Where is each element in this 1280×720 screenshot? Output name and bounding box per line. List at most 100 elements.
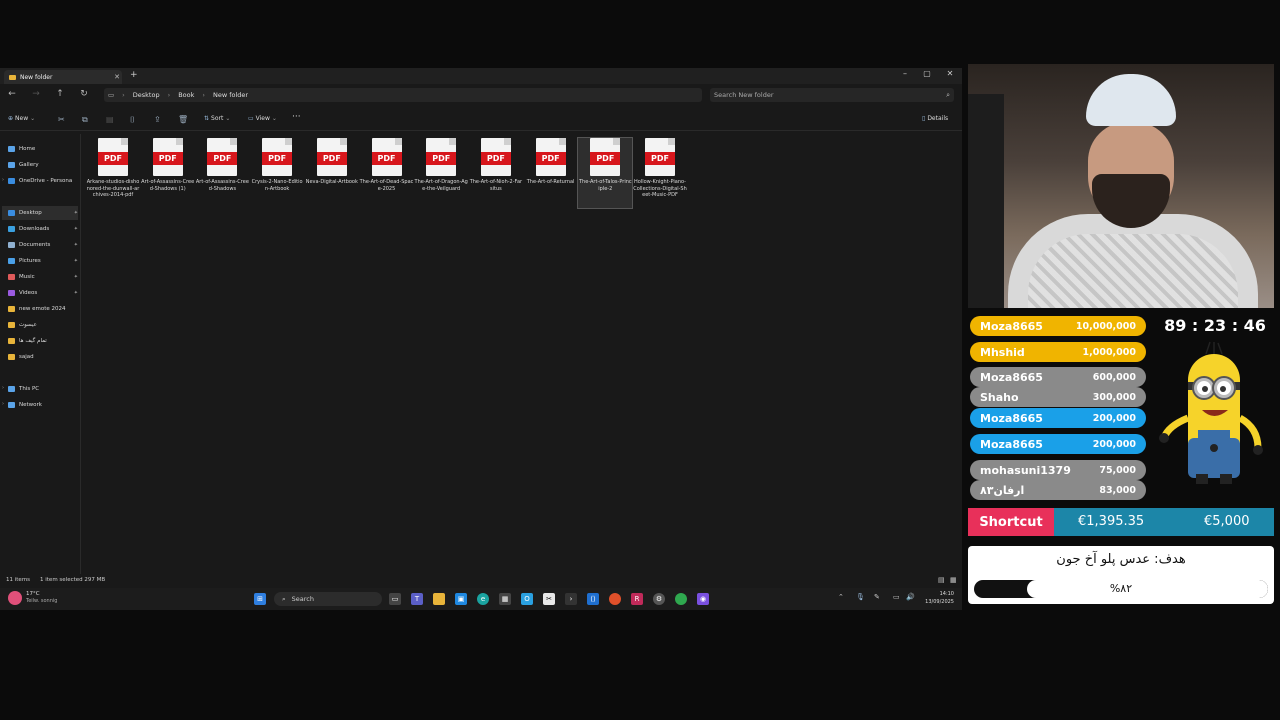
sidebar-item[interactable]: Music ✦ [8,270,78,284]
sidebar-item[interactable]: Desktop ✦ [2,206,78,220]
terminal-icon[interactable]: › [565,593,577,605]
copy-icon[interactable]: ⧉ [82,115,88,125]
large-icons-view-icon[interactable]: ▦ [950,576,957,584]
cut-icon[interactable]: ✂ [58,115,65,124]
expand-chevron-icon[interactable]: › [2,385,4,391]
discord-icon[interactable]: ◉ [697,593,709,605]
delete-icon[interactable]: 🗑 [178,115,188,124]
close-tab-icon[interactable]: ✕ [112,73,122,81]
file-item[interactable]: PDF The-Art-of-Dead-Space-2025 [360,138,414,208]
sidebar-item-label: Downloads [19,226,50,232]
settings-icon[interactable]: ⚙ [653,593,665,605]
file-item[interactable]: PDF The-Art-of-Dragon-Age-the-Veilguard [414,138,468,208]
goal-target-amount: €5,000 [1204,514,1250,529]
firefox-icon[interactable] [609,593,621,605]
tab-new-folder[interactable]: New folder ✕ [4,70,122,84]
file-item[interactable]: PDF Hollow-Knight-Piano-Collections-Digit… [633,138,687,208]
file-name: Art-of-Assassins-Creed-Shadows (1) [141,179,195,192]
teams-icon[interactable]: T [411,593,423,605]
vscode-icon[interactable]: ⟨⟩ [587,593,599,605]
file-item[interactable]: PDF Arkane-studios-dishonored-the-dunwall… [86,138,140,208]
navigation-pane: Home Gallery OneDrive - Persona Desktop ✦ Dow… [0,134,81,574]
chevron-up-icon[interactable]: ⌃ [838,593,844,601]
more-options-icon[interactable]: ··· [292,112,301,122]
sidebar-item[interactable]: sajad [8,350,78,364]
close-window-icon[interactable]: ✕ [943,69,957,78]
sidebar-item[interactable]: Pictures ✦ [8,254,78,268]
forward-icon[interactable]: → [30,89,42,99]
file-item[interactable]: PDF Crysis-2-Nano-Edition-Artbook [250,138,304,208]
expand-chevron-icon[interactable]: › [2,401,4,407]
file-item[interactable]: PDF Art-of-Assassins-Creed-Shadows [195,138,249,208]
minimize-icon[interactable]: – [898,69,912,78]
breadcrumb-book[interactable]: Book [178,91,194,99]
maximize-icon[interactable]: ▢ [920,69,934,78]
sidebar-item-icon [8,290,15,296]
breadcrumb-desktop[interactable]: Desktop [133,91,160,99]
clock-date[interactable]: 13/09/2025 [918,599,954,605]
volume-icon[interactable]: 🔊 [906,593,915,601]
refresh-icon[interactable]: ↻ [78,89,90,99]
edge-icon[interactable]: e [477,593,489,605]
taskbar-search[interactable]: ⌕ Search [274,592,382,606]
chevron-right-icon: › [167,91,171,99]
sidebar-item[interactable]: Gallery [8,158,78,172]
chrome-icon[interactable] [675,593,687,605]
streamer-cap [1086,74,1176,126]
file-item[interactable]: PDF The-Art-of-Returnal [524,138,578,208]
sidebar-item[interactable]: Documents ✦ [8,238,78,252]
sidebar-item[interactable]: عیسوت [8,318,78,332]
details-button[interactable]: ▯ Details [922,115,948,122]
sidebar-item[interactable]: Downloads ✦ [8,222,78,236]
pin-icon: ✦ [73,242,78,248]
goal-percent: %۸۲ [1109,582,1133,595]
selection-info: 1 item selected 297 MB [40,577,106,583]
address-bar[interactable]: ▭ › Desktop › Book › New folder [104,88,702,102]
network-icon[interactable]: ▭ [893,593,900,601]
up-icon[interactable]: ↑ [54,89,66,99]
sidebar-item[interactable]: This PC [8,382,78,396]
file-item[interactable]: PDF Art-of-Assassins-Creed-Shadows (1) [141,138,195,208]
sidebar-item[interactable]: OneDrive - Persona [8,174,78,188]
clock-time[interactable]: 14:10 [926,591,954,597]
outlook-icon[interactable]: O [521,593,533,605]
view-button[interactable]: ▭ View ⌄ [248,115,277,122]
pin-icon: ✦ [73,274,78,280]
sidebar-item[interactable]: Videos ✦ [8,286,78,300]
weather-icon[interactable] [8,591,22,605]
details-view-icon[interactable]: ▤ [938,576,945,584]
share-icon[interactable]: ⇪ [154,115,161,124]
new-button[interactable]: ⊕ New ⌄ [8,115,35,122]
title-bar: New folder ✕ + – ▢ ✕ [0,68,962,84]
file-item[interactable]: PDF Neva-Digital-Artbook [305,138,359,208]
breadcrumb-new-folder[interactable]: New folder [213,91,248,99]
sort-button[interactable]: ⇅ Sort ⌄ [204,115,230,122]
expand-chevron-icon[interactable]: › [2,177,4,183]
start-icon[interactable]: ⊞ [254,593,266,605]
pen-icon[interactable]: ✎ [874,593,880,601]
sidebar-item[interactable]: تمام گیف ها [8,334,78,348]
rider-icon[interactable]: R [631,593,643,605]
file-item[interactable]: PDF The-Art-of-Talos-Principle-2 [577,137,634,209]
paste-icon[interactable]: ▤ [106,115,114,124]
file-explorer-icon[interactable] [433,593,445,605]
task-view-icon[interactable]: ▭ [389,593,401,605]
microphone-icon[interactable]: 🎙 [856,593,865,601]
sidebar-item[interactable]: Home [8,142,78,156]
item-count: 11 items [6,577,31,583]
rename-icon[interactable]: ⌷ [130,115,135,125]
sidebar-item-label: عیسوت [19,322,37,328]
search-input[interactable]: Search New folder ⌕ [710,88,954,102]
pdf-file-icon: PDF [590,138,621,176]
sidebar-item-label: Documents [19,242,51,248]
pdf-badge: PDF [152,152,183,165]
back-icon[interactable]: ← [6,89,18,99]
snipping-icon[interactable]: ✂ [543,593,555,605]
store-icon[interactable]: ▣ [455,593,467,605]
sidebar-item-icon [8,242,15,248]
new-tab-icon[interactable]: + [130,70,138,80]
file-item[interactable]: PDF The-Art-of-Nioh-2-Farsitus [469,138,523,208]
sidebar-item[interactable]: Network [8,398,78,412]
sidebar-item[interactable]: new emote 2024 [8,302,78,316]
app-icon[interactable]: ▦ [499,593,511,605]
